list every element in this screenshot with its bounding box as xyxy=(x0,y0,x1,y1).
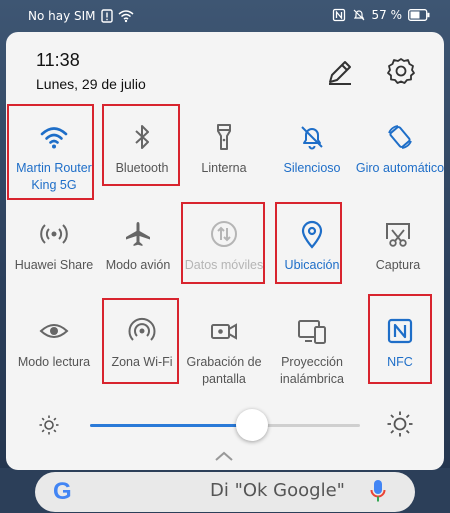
tile-wifi[interactable]: Martin Router King 5G xyxy=(8,108,100,208)
bluetooth-icon xyxy=(135,125,149,149)
battery-icon xyxy=(408,9,430,21)
chevron-up-icon[interactable] xyxy=(214,450,234,462)
location-pin-icon xyxy=(301,220,323,249)
tile-location[interactable]: Ubicación xyxy=(266,205,358,305)
tile-mobile-data-label: Datos móviles xyxy=(184,258,264,272)
mobile-data-icon xyxy=(211,221,237,247)
tile-nfc-label: NFC xyxy=(387,355,413,369)
tile-wifi-label: Martin Router King 5G xyxy=(16,161,92,192)
edit-pencil-icon[interactable] xyxy=(326,58,354,86)
screen-record-icon xyxy=(211,323,237,340)
tile-rotate[interactable]: Giro automático xyxy=(354,108,446,208)
tile-screenshot[interactable]: Captura xyxy=(352,205,444,305)
date-label: Lunes, 29 de julio xyxy=(36,76,146,92)
tile-wireless-projection[interactable]: Proyección inalámbrica xyxy=(266,302,358,402)
wireless-projection-icon xyxy=(298,320,326,344)
nfc-icon xyxy=(387,318,413,344)
brightness-thumb[interactable] xyxy=(236,409,268,441)
tile-huawei-share[interactable]: Huawei Share xyxy=(8,205,100,305)
tile-hotspot[interactable]: Zona Wi-Fi xyxy=(96,302,188,402)
tile-screen-record-label: Grabación de pantalla xyxy=(186,355,262,386)
tile-rotate-label: Giro automático xyxy=(355,161,445,175)
hotspot-icon xyxy=(128,317,156,341)
tile-silent-label: Silencioso xyxy=(283,161,341,175)
wifi-icon xyxy=(40,127,68,149)
brightness-fill xyxy=(90,424,252,427)
tile-screen-record[interactable]: Grabación de pantalla xyxy=(178,302,270,402)
google-search-bar[interactable]: G Di "Ok Google" xyxy=(35,472,415,512)
mute-status-icon xyxy=(353,9,364,21)
carrier-label: No hay SIM xyxy=(28,9,96,23)
huawei-share-icon xyxy=(40,224,68,244)
auto-rotate-icon xyxy=(388,125,412,149)
tile-bluetooth-label: Bluetooth xyxy=(115,161,169,175)
tile-bluetooth[interactable]: Bluetooth xyxy=(96,108,188,208)
tile-huawei-share-label: Huawei Share xyxy=(14,258,94,272)
brightness-slider[interactable] xyxy=(90,424,360,427)
tile-flashlight[interactable]: Linterna xyxy=(178,108,270,208)
tile-airplane-label: Modo avión xyxy=(105,258,171,272)
tile-silent[interactable]: Silencioso xyxy=(266,108,358,208)
search-hint: Di "Ok Google" xyxy=(210,480,345,501)
bell-off-icon xyxy=(301,126,323,150)
battery-percent: 57 % xyxy=(371,8,403,22)
clock: 11:38 xyxy=(36,50,80,70)
tile-airplane[interactable]: Modo avión xyxy=(92,205,184,305)
tile-mobile-data[interactable]: Datos móviles xyxy=(178,205,270,305)
quick-settings-panel: 11:38 Lunes, 29 de julio Martin Router K… xyxy=(6,32,444,470)
tile-screenshot-label: Captura xyxy=(375,258,421,272)
brightness-high-icon xyxy=(387,411,413,437)
tile-wireless-projection-label: Proyección inalámbrica xyxy=(280,355,344,386)
sim-alert-icon xyxy=(100,9,113,23)
google-logo: G xyxy=(53,478,72,505)
eye-icon xyxy=(39,324,69,338)
gear-icon[interactable] xyxy=(386,56,416,86)
tile-location-label: Ubicación xyxy=(284,258,340,272)
tile-hotspot-label: Zona Wi-Fi xyxy=(111,355,173,369)
brightness-low-icon xyxy=(39,415,59,435)
airplane-icon xyxy=(126,222,150,246)
tile-reading-mode-label: Modo lectura xyxy=(17,355,91,369)
tile-reading-mode[interactable]: Modo lectura xyxy=(8,302,100,402)
mic-icon[interactable] xyxy=(370,478,386,504)
nfc-status-icon xyxy=(332,8,345,22)
tile-flashlight-label: Linterna xyxy=(201,161,247,175)
status-bar: No hay SIM 57 % xyxy=(0,0,450,32)
screenshot-scissors-icon xyxy=(386,223,410,247)
wifi-status-icon xyxy=(118,10,134,23)
flashlight-icon xyxy=(217,124,231,150)
tile-nfc[interactable]: NFC xyxy=(354,302,446,402)
